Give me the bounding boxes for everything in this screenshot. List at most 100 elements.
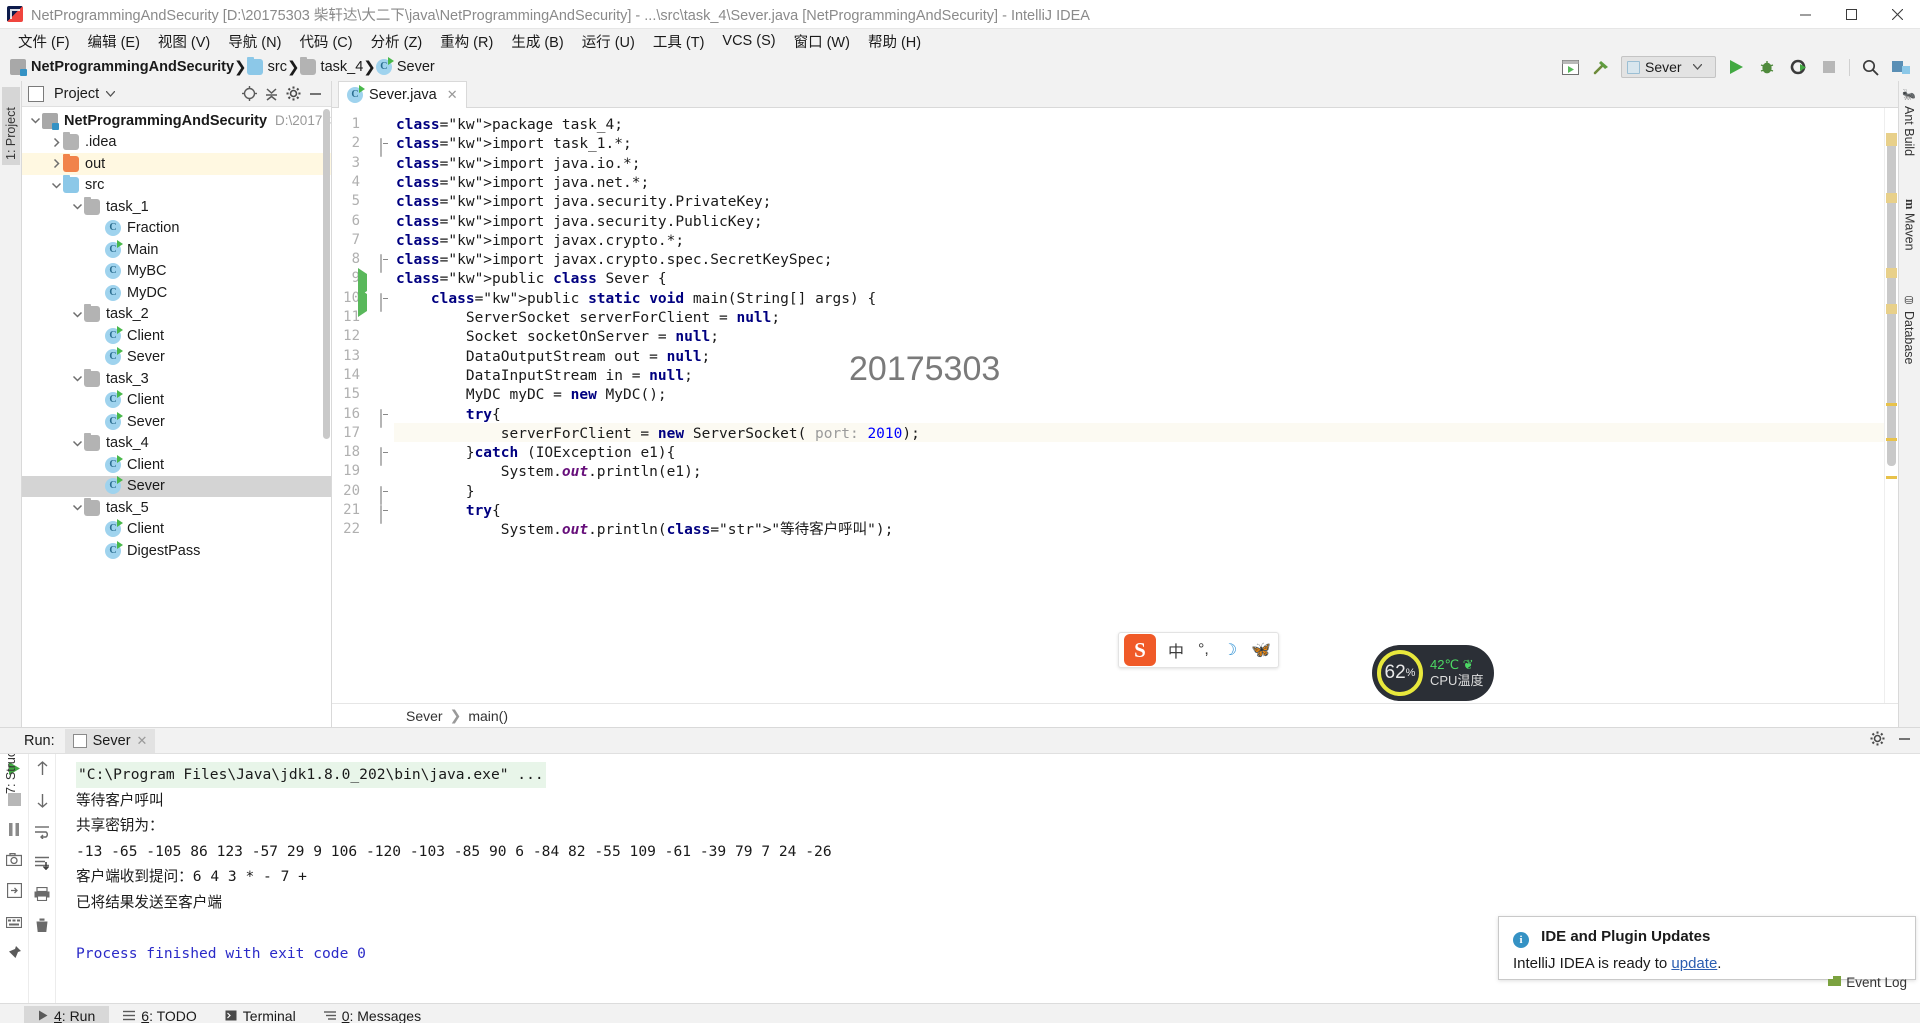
run-button[interactable] xyxy=(1725,56,1747,78)
cpu-monitor-widget[interactable]: 62% 42℃ ❦ CPU温度 xyxy=(1372,645,1494,701)
tree-item-client[interactable]: C Client xyxy=(22,390,331,412)
chevron-down-icon[interactable] xyxy=(28,114,42,128)
tree-item-task_3[interactable]: task_3 xyxy=(22,368,331,390)
tree-item-task_5[interactable]: task_5 xyxy=(22,497,331,519)
keyboard-button[interactable] xyxy=(5,915,23,932)
soft-wrap-button[interactable] xyxy=(34,825,50,843)
gear-icon[interactable] xyxy=(283,84,303,104)
run-with-coverage-button[interactable] xyxy=(1787,56,1809,78)
breadcrumb-project[interactable]: NetProgrammingAndSecurity xyxy=(10,59,234,76)
tree-item-task_1[interactable]: task_1 xyxy=(22,196,331,218)
editor-marker-bar[interactable] xyxy=(1884,108,1898,703)
stop-button[interactable] xyxy=(1818,56,1840,78)
menu-item-view[interactable]: 视图 (V) xyxy=(149,29,219,54)
print-button[interactable] xyxy=(34,886,50,905)
tree-item-client[interactable]: C Client xyxy=(22,519,331,541)
menu-item-window[interactable]: 窗口 (W) xyxy=(785,29,859,54)
sogou-ime-toolbar[interactable]: 中 °, ☽ 🦋 xyxy=(1118,632,1280,668)
scroll-to-end-button[interactable] xyxy=(34,856,50,874)
tree-item-out[interactable]: out xyxy=(22,153,331,175)
menu-item-build[interactable]: 生成 (B) xyxy=(502,29,572,54)
minimize-button[interactable] xyxy=(1782,0,1828,29)
close-icon[interactable]: ✕ xyxy=(137,733,148,749)
fold-handle-icon[interactable] xyxy=(380,292,382,312)
hide-panel-icon[interactable] xyxy=(1897,731,1912,750)
tab-messages[interactable]: 0: Messages xyxy=(310,1006,435,1023)
code-text-area[interactable]: class="kw">package task_4; class="kw">imp… xyxy=(394,108,1884,703)
tree-item-src[interactable]: src xyxy=(22,175,331,197)
tree-item-task_2[interactable]: task_2 xyxy=(22,304,331,326)
editor-gutter[interactable]: 1 2 3 4 5 6 7 8 9 10 11 12 13 14 15 16 17 18 19 20 21 22 xyxy=(332,108,394,703)
breadcrumb-method[interactable]: main() xyxy=(468,708,508,724)
gear-icon[interactable] xyxy=(1870,731,1885,750)
chevron-down-icon[interactable] xyxy=(70,200,84,214)
run-tab-sever[interactable]: Sever ✕ xyxy=(64,728,156,753)
chevron-down-icon[interactable] xyxy=(70,436,84,450)
tree-item-idea[interactable]: .idea xyxy=(22,132,331,154)
menu-item-navigate[interactable]: 导航 (N) xyxy=(219,29,290,54)
project-structure-icon[interactable] xyxy=(1890,56,1912,78)
menu-item-help[interactable]: 帮助 (H) xyxy=(859,29,930,54)
editor-scrollbar-thumb[interactable] xyxy=(1887,136,1896,466)
scroll-from-source-icon[interactable] xyxy=(239,84,259,104)
update-project-icon[interactable] xyxy=(1559,56,1581,78)
tab-terminal[interactable]: Terminal xyxy=(211,1006,310,1023)
editor-breadcrumb[interactable]: Sever ❯ main() xyxy=(332,703,1898,727)
sidebar-item-database[interactable]: ⛁ Database xyxy=(1902,294,1916,365)
restore-layout-button[interactable] xyxy=(6,882,22,902)
tree-item-client[interactable]: C Client xyxy=(22,325,331,347)
tree-item-digestpass[interactable]: C DigestPass xyxy=(22,540,331,562)
menu-item-vcs[interactable]: VCS (S) xyxy=(713,31,784,51)
ime-mode-chinese[interactable]: 中 xyxy=(1161,638,1191,662)
fold-handle-icon[interactable] xyxy=(380,138,382,158)
pause-button[interactable] xyxy=(8,823,20,840)
update-link[interactable]: update xyxy=(1671,955,1717,972)
chevron-down-icon[interactable] xyxy=(49,178,63,192)
chevron-right-icon[interactable] xyxy=(49,157,63,171)
screenshot-button[interactable] xyxy=(5,852,23,870)
collapse-all-icon[interactable] xyxy=(261,84,281,104)
menu-item-refactor[interactable]: 重构 (R) xyxy=(431,29,502,54)
fold-handle-icon[interactable] xyxy=(380,447,382,467)
tab-todo[interactable]: 6: TODO xyxy=(109,1006,211,1023)
chevron-down-icon[interactable] xyxy=(70,307,84,321)
menu-item-file[interactable]: 文件 (F) xyxy=(9,29,79,54)
tab-run[interactable]: 4: Run xyxy=(24,1005,110,1023)
tree-item-main[interactable]: C Main xyxy=(22,239,331,261)
event-log-button[interactable]: Event Log xyxy=(1828,975,1907,990)
fold-handle-icon[interactable] xyxy=(380,505,382,524)
up-arrow-button[interactable] xyxy=(36,761,49,780)
chevron-down-icon[interactable] xyxy=(106,90,116,97)
run-configuration-selector[interactable]: Sever xyxy=(1621,56,1716,78)
sidebar-item-project[interactable]: 1: Project xyxy=(2,87,20,165)
breadcrumb-class[interactable]: Sever xyxy=(406,708,443,724)
menu-item-run[interactable]: 运行 (U) xyxy=(573,29,644,54)
ime-punctuation-icon[interactable]: °, xyxy=(1191,641,1216,659)
close-icon[interactable]: ✕ xyxy=(447,87,458,103)
run-gutter-icon[interactable] xyxy=(358,287,367,317)
close-button[interactable] xyxy=(1874,0,1920,29)
tree-item-fraction[interactable]: C Fraction xyxy=(22,218,331,240)
tree-item-netprogrammingandsecurity[interactable]: NetProgrammingAndSecurityD:\20175303 xyxy=(22,110,331,132)
debug-button[interactable] xyxy=(1756,56,1778,78)
tree-item-sever[interactable]: C Sever xyxy=(22,411,331,433)
chevron-right-icon[interactable] xyxy=(49,135,63,149)
project-tree-scrollbar[interactable] xyxy=(323,109,330,439)
ime-toolbox-icon[interactable]: 🦋 xyxy=(1244,640,1278,660)
breadcrumb-task4[interactable]: task_4 xyxy=(299,57,363,75)
menu-item-edit[interactable]: 编辑 (E) xyxy=(79,29,149,54)
menu-item-tools[interactable]: 工具 (T) xyxy=(644,29,714,54)
tree-item-task_4[interactable]: task_4 xyxy=(22,433,331,455)
code-editor[interactable]: 1 2 3 4 5 6 7 8 9 10 11 12 13 14 15 16 17 18 19 20 21 22 clas… xyxy=(332,108,1898,703)
sidebar-item-maven[interactable]: m Maven xyxy=(1902,199,1918,251)
fold-handle-icon[interactable] xyxy=(380,485,382,505)
tree-item-sever[interactable]: C Sever xyxy=(22,475,331,497)
clear-all-button[interactable] xyxy=(35,918,49,937)
chevron-down-icon[interactable] xyxy=(70,501,84,515)
menu-item-analyze[interactable]: 分析 (Z) xyxy=(362,29,432,54)
hide-panel-icon[interactable] xyxy=(305,84,325,104)
ime-moon-icon[interactable]: ☽ xyxy=(1216,640,1244,660)
tree-item-mydc[interactable]: C MyDC xyxy=(22,282,331,304)
search-icon[interactable] xyxy=(1859,56,1881,78)
chevron-down-icon[interactable] xyxy=(70,372,84,386)
